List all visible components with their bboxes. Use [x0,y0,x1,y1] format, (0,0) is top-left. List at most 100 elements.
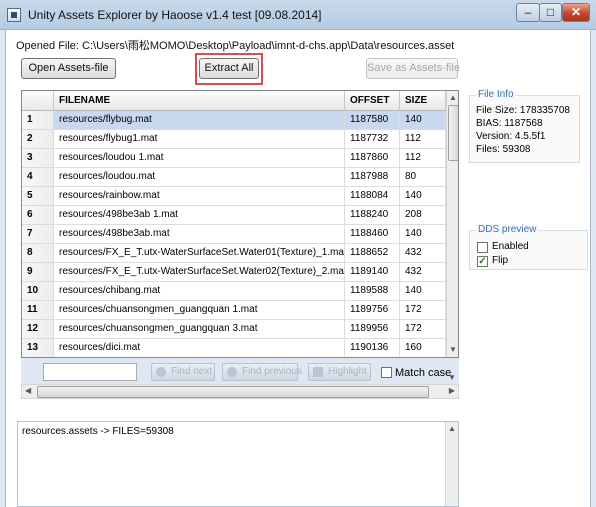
row-number: 6 [22,206,54,224]
highlight-label: Highlight [328,366,367,377]
scroll-end-arrow-icon[interactable]: ▼ [448,373,456,382]
filename-cell: resources/chuansongmen_guangquan 3.mat [54,320,345,338]
table-row[interactable]: 11 resources/chuansongmen_guangquan 1.mat… [22,301,446,320]
filename-cell: resources/FX_E_T.utx-WaterSurfaceSet.Wat… [54,263,345,281]
find-previous-button[interactable]: Find previous [222,363,302,381]
filename-cell: resources/chuansongmen_guangquan 1.mat [54,301,345,319]
filename-cell: resources/rainbow.mat [54,187,345,205]
size-cell: 140 [400,282,446,300]
scroll-right-arrow-icon[interactable]: ▶ [449,386,455,395]
window-title: Unity Assets Explorer by Haoose v1.4 tes… [28,8,322,22]
offset-cell: 1187732 [345,130,400,148]
table-row[interactable]: 8 resources/FX_E_T.utx-WaterSurfaceSet.Wa… [22,244,446,263]
save-as-assets-file-button[interactable]: Save as Assets-file [366,58,460,79]
table-row[interactable]: 4 resources/loudou.mat 1187988 80 [22,168,446,187]
size-cell: 432 [400,244,446,262]
maximize-button[interactable]: □ [539,3,562,22]
column-header-offset[interactable]: OFFSET [345,91,400,111]
row-number: 3 [22,149,54,167]
flip-checkbox[interactable]: ✓ [477,256,488,267]
find-next-icon [156,367,166,377]
offset-cell: 1189140 [345,263,400,281]
size-cell: 208 [400,206,446,224]
row-number: 5 [22,187,54,205]
table-row[interactable]: 5 resources/rainbow.mat 1188084 140 [22,187,446,206]
files-count: Files: 59308 [476,144,531,155]
scroll-up-arrow-icon[interactable]: ▲ [449,93,457,102]
output-vertical-scrollbar[interactable]: ▲ [445,422,458,506]
filename-cell: resources/flybug1.mat [54,130,345,148]
find-previous-icon [227,367,237,377]
filename-cell: resources/dici.mat [54,339,345,357]
match-case-checkbox[interactable] [381,367,392,378]
row-number-header [22,91,54,111]
table-row[interactable]: 3 resources/loudou 1.mat 1187860 112 [22,149,446,168]
find-bar: Find next Find previous Highlight Match … [21,358,459,384]
size-cell: 140 [400,111,446,129]
row-number: 7 [22,225,54,243]
table-row[interactable]: 13 resources/dici.mat 1190136 160 [22,339,446,357]
close-button[interactable]: ✕ [562,3,590,22]
offset-cell: 1188460 [345,225,400,243]
open-assets-file-button[interactable]: Open Assets-file [21,58,116,79]
column-header-filename[interactable]: FILENAME [54,91,345,111]
output-log[interactable]: resources.assets -> FILES=59308 ▲ [17,421,459,507]
dds-preview-title: DDS preview [476,224,539,235]
filename-cell: resources/flybug.mat [54,111,345,129]
size-cell: 172 [400,320,446,338]
highlight-button[interactable]: Highlight [308,363,371,381]
minimize-button[interactable]: ‒ [516,3,540,22]
extract-all-highlight [195,53,263,85]
offset-cell: 1189956 [345,320,400,338]
bias-value: BIAS: 1187568 [476,118,543,129]
scroll-left-arrow-icon[interactable]: ◀ [25,386,31,395]
opened-file-path: Opened File: C:\Users\雨松MOMO\Desktop\Pay… [16,40,455,52]
row-number: 8 [22,244,54,262]
filename-cell: resources/loudou 1.mat [54,149,345,167]
size-cell: 80 [400,168,446,186]
table-row[interactable]: 10 resources/chibang.mat 1189588 140 [22,282,446,301]
size-cell: 160 [400,339,446,357]
size-cell: 140 [400,225,446,243]
row-number: 4 [22,168,54,186]
horizontal-scroll-thumb[interactable] [37,386,429,398]
find-input[interactable] [43,363,137,381]
enabled-label: Enabled [492,241,529,252]
table-row[interactable]: 6 resources/498be3ab 1.mat 1188240 208 [22,206,446,225]
table-row[interactable]: 1 resources/flybug.mat 1187580 140 [22,111,446,130]
file-size: File Size: 178335708 [476,105,570,116]
offset-cell: 1189588 [345,282,400,300]
app-icon [7,8,21,22]
find-next-button[interactable]: Find next [151,363,215,381]
table-row[interactable]: 7 resources/498be3ab.mat 1188460 140 [22,225,446,244]
scroll-down-arrow-icon[interactable]: ▼ [449,345,457,354]
table-row[interactable]: 2 resources/flybug1.mat 1187732 112 [22,130,446,149]
vertical-scroll-thumb[interactable] [448,105,458,161]
offset-cell: 1188240 [345,206,400,224]
title-bar: Unity Assets Explorer by Haoose v1.4 tes… [0,0,596,30]
size-cell: 112 [400,149,446,167]
row-number: 1 [22,111,54,129]
find-previous-label: Find previous [242,366,303,377]
row-number: 10 [22,282,54,300]
highlight-icon [313,367,323,377]
row-number: 9 [22,263,54,281]
output-scroll-up-icon[interactable]: ▲ [448,424,456,433]
size-cell: 172 [400,301,446,319]
offset-cell: 1189756 [345,301,400,319]
table-vertical-scrollbar[interactable]: ▲ ▼ [446,91,458,357]
dds-preview-panel: DDS preview Enabled ✓ Flip [469,224,588,270]
size-cell: 112 [400,130,446,148]
version-value: Version: 4.5.5f1 [476,131,546,142]
row-number: 13 [22,339,54,357]
offset-cell: 1188084 [345,187,400,205]
table-row[interactable]: 12 resources/chuansongmen_guangquan 3.mat… [22,320,446,339]
table-horizontal-scrollbar[interactable]: ◀ ▶ [21,384,459,399]
find-next-label: Find next [171,366,213,377]
row-number: 2 [22,130,54,148]
column-header-size[interactable]: SIZE [400,91,446,111]
table-row[interactable]: 9 resources/FX_E_T.utx-WaterSurfaceSet.Wa… [22,263,446,282]
assets-table: FILENAME OFFSET SIZE 1 resources/flybug.m… [21,90,459,358]
size-cell: 140 [400,187,446,205]
enabled-checkbox[interactable] [477,242,488,253]
